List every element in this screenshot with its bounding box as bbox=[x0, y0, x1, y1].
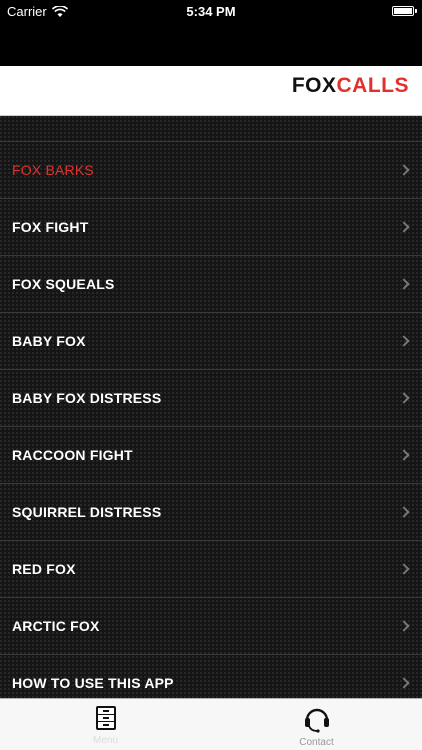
menu-item-how-to-use[interactable]: HOW TO USE THIS APP bbox=[0, 655, 422, 698]
menu-item-fox-squeals[interactable]: FOX SQUEALS bbox=[0, 256, 422, 313]
chevron-right-icon bbox=[398, 563, 410, 575]
headset-icon bbox=[304, 708, 329, 733]
filing-cabinet-icon bbox=[95, 706, 116, 730]
battery-fill bbox=[394, 8, 412, 14]
menu-item-label: SQUIRREL DISTRESS bbox=[12, 504, 162, 520]
menu-item-baby-fox-distress[interactable]: BABY FOX DISTRESS bbox=[0, 370, 422, 427]
menu-item-label: FOX BARKS bbox=[12, 162, 94, 178]
sound-menu-list[interactable]: FOX BARKS FOX FIGHT FOX SQUEALS BABY FOX… bbox=[0, 116, 422, 698]
menu-item-label: FOX SQUEALS bbox=[12, 276, 115, 292]
menu-item-raccoon-fight[interactable]: RACCOON FIGHT bbox=[0, 427, 422, 484]
navigation-bar bbox=[0, 22, 422, 66]
menu-item-label: BABY FOX bbox=[12, 333, 86, 349]
app-logo: FOXCALLS bbox=[292, 74, 409, 98]
status-time: 5:34 PM bbox=[186, 4, 236, 19]
tab-menu-label: Menu bbox=[92, 735, 118, 746]
status-bar: Carrier 5:34 PM bbox=[0, 0, 422, 22]
menu-item-label: ARCTIC FOX bbox=[12, 618, 100, 634]
logo-calls-text: CALLS bbox=[336, 74, 409, 97]
menu-item-label: FOX FIGHT bbox=[12, 219, 89, 235]
chevron-right-icon bbox=[398, 506, 410, 518]
menu-item-arctic-fox[interactable]: ARCTIC FOX bbox=[0, 598, 422, 655]
app-header: FOXCALLS bbox=[0, 66, 422, 116]
menu-item-fox-fight[interactable]: FOX FIGHT bbox=[0, 199, 422, 256]
menu-top-spacer bbox=[0, 116, 422, 142]
tab-contact-label: Contact bbox=[299, 737, 334, 748]
menu-item-label: RED FOX bbox=[12, 561, 76, 577]
chevron-right-icon bbox=[398, 221, 410, 233]
tab-menu[interactable]: Menu bbox=[0, 699, 211, 750]
battery-icon bbox=[392, 6, 417, 16]
logo-fox-text: FOX bbox=[291, 74, 337, 97]
menu-item-label: RACCOON FIGHT bbox=[12, 447, 133, 463]
menu-item-squirrel-distress[interactable]: SQUIRREL DISTRESS bbox=[0, 484, 422, 541]
chevron-right-icon bbox=[398, 449, 410, 461]
menu-item-baby-fox[interactable]: BABY FOX bbox=[0, 313, 422, 370]
chevron-right-icon bbox=[398, 164, 410, 176]
chevron-right-icon bbox=[398, 335, 410, 347]
chevron-right-icon bbox=[398, 392, 410, 404]
chevron-right-icon bbox=[398, 278, 410, 290]
chevron-right-icon bbox=[398, 677, 410, 689]
menu-item-label: HOW TO USE THIS APP bbox=[12, 675, 174, 691]
tab-contact[interactable]: Contact bbox=[211, 699, 422, 750]
chevron-right-icon bbox=[398, 620, 410, 632]
menu-item-label: BABY FOX DISTRESS bbox=[12, 390, 162, 406]
menu-item-fox-barks[interactable]: FOX BARKS bbox=[0, 142, 422, 199]
tab-bar: Menu Contact bbox=[0, 698, 422, 750]
menu-item-red-fox[interactable]: RED FOX bbox=[0, 541, 422, 598]
